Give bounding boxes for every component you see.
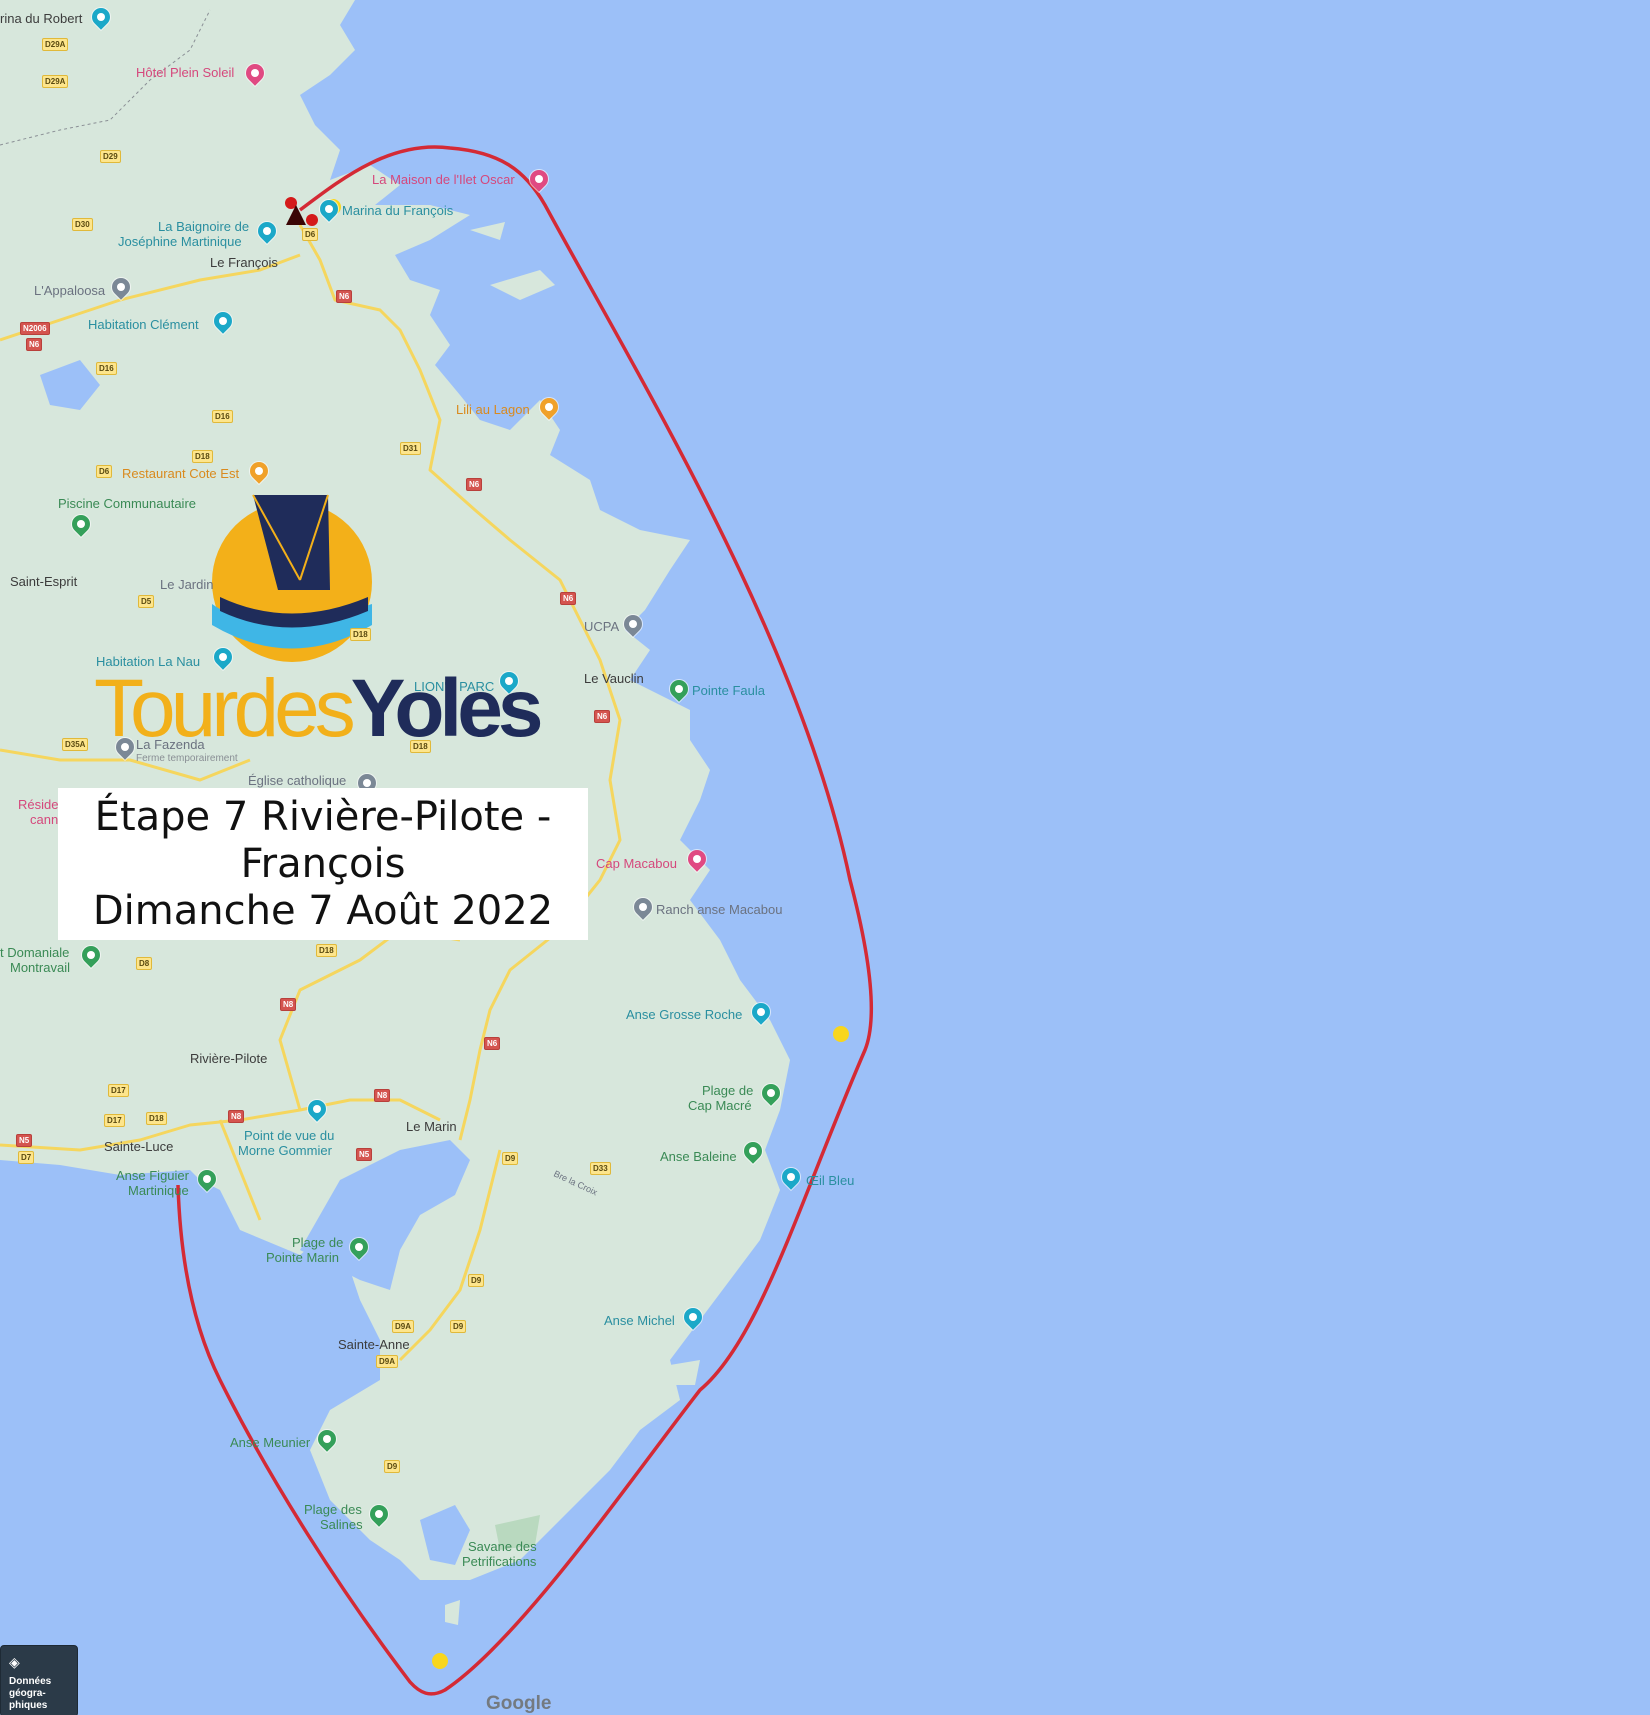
place-label[interactable]: Plage de: [702, 1083, 753, 1099]
place-label[interactable]: Restaurant Cote Est: [122, 466, 239, 482]
place-label[interactable]: Réside: [18, 797, 58, 813]
place-label[interactable]: Plage des: [304, 1502, 362, 1518]
place-label[interactable]: Pointe Faula: [692, 683, 765, 699]
place-label[interactable]: rina du Robert: [0, 11, 82, 27]
road-shield: N6: [560, 592, 577, 605]
road-shield: D16: [212, 410, 233, 423]
road-shield: D5: [138, 595, 155, 608]
layers-label: Données géogra- phiques: [9, 1676, 52, 1711]
place-label[interactable]: Église catholique: [248, 773, 346, 789]
road-shield: D9A: [376, 1355, 399, 1368]
stage-title-line2: François: [240, 840, 406, 887]
buoy-marker: [432, 1653, 448, 1669]
place-label[interactable]: Piscine Communautaire: [58, 496, 196, 512]
layers-icon: ◈: [9, 1654, 20, 1670]
road-shield: D7: [18, 1151, 35, 1164]
road-shield: D18: [350, 628, 371, 641]
road-shield: D29A: [42, 75, 69, 88]
road-shield: N6: [26, 338, 43, 351]
road-shield: D29: [100, 150, 121, 163]
place-label[interactable]: t Domaniale: [0, 945, 69, 961]
place-label[interactable]: cann: [30, 812, 58, 828]
road-shield: N6: [484, 1037, 501, 1050]
place-label[interactable]: Morne Gommier: [238, 1143, 332, 1159]
place-label[interactable]: Savane des: [468, 1539, 537, 1555]
road-shield: N6: [336, 290, 353, 303]
place-label[interactable]: Plage de: [292, 1235, 343, 1251]
road-shield: N5: [16, 1134, 33, 1147]
logo-part2: Yoles: [350, 663, 544, 754]
place-label[interactable]: Salines: [320, 1517, 363, 1533]
road-shield: D17: [104, 1114, 125, 1127]
place-label[interactable]: L'Appaloosa: [34, 283, 105, 299]
road-shield: D9: [502, 1152, 519, 1165]
road-shield: D6: [96, 465, 113, 478]
stage-date: Dimanche 7 Août 2022: [92, 887, 554, 934]
road-shield: D9A: [392, 1320, 415, 1333]
place-label[interactable]: Pointe Marin: [266, 1250, 339, 1266]
stage-title-line1: Étape 7 Rivière-Pilote -: [94, 793, 552, 840]
road-shield: D18: [316, 944, 337, 957]
place-label[interactable]: Petrifications: [462, 1554, 536, 1570]
road-shield: D18: [192, 450, 213, 463]
finish-marker: [306, 214, 318, 226]
map-layers-button[interactable]: ◈ Données géogra- phiques: [0, 1645, 78, 1715]
tour-des-yoles-logo: TourdesYoles: [94, 668, 543, 750]
road-shield: D17: [108, 1084, 129, 1097]
road-shield: N8: [228, 1110, 245, 1123]
place-label[interactable]: Le Marin: [406, 1119, 457, 1135]
road-shield: N2006: [20, 322, 50, 335]
road-shield: D18: [146, 1112, 167, 1125]
buoy-marker: [833, 1026, 849, 1042]
place-label[interactable]: Rivière-Pilote: [190, 1051, 267, 1067]
place-label[interactable]: Habitation Clément: [88, 317, 199, 333]
place-label[interactable]: Anse Figuier: [116, 1168, 189, 1184]
place-label[interactable]: Anse Baleine: [660, 1149, 737, 1165]
place-label[interactable]: Œil Bleu: [806, 1173, 854, 1189]
road-shield: D9: [384, 1460, 401, 1473]
place-label[interactable]: Anse Grosse Roche: [626, 1007, 742, 1023]
google-attribution[interactable]: Google: [486, 1693, 551, 1715]
place-label[interactable]: Cap Macré: [688, 1098, 752, 1114]
place-label[interactable]: Sainte-Anne: [338, 1337, 410, 1353]
place-label[interactable]: Le Jardin: [160, 577, 213, 593]
place-label[interactable]: UCPA: [584, 619, 619, 635]
place-label[interactable]: Joséphine Martinique: [118, 234, 242, 250]
road-shield: D9: [450, 1320, 467, 1333]
road-shield: D9: [468, 1274, 485, 1287]
road-shield: N6: [594, 710, 611, 723]
place-label[interactable]: Ranch anse Macabou: [656, 902, 782, 918]
place-label[interactable]: Ferme temporairement: [136, 753, 238, 765]
road-shield: D33: [590, 1162, 611, 1175]
place-label[interactable]: Marina du François: [342, 203, 453, 219]
place-label[interactable]: Sainte-Luce: [104, 1139, 173, 1155]
road-shield: N6: [466, 478, 483, 491]
place-label[interactable]: Point de vue du: [244, 1128, 334, 1144]
place-label[interactable]: Le François: [210, 255, 278, 271]
road-shield: D30: [72, 218, 93, 231]
road-shield: D29A: [42, 38, 69, 51]
road-shield: N8: [280, 998, 297, 1011]
place-label[interactable]: La Baignoire de: [158, 219, 249, 235]
road-shield: D16: [96, 362, 117, 375]
place-label[interactable]: Le Vauclin: [584, 671, 644, 687]
road-shield: N5: [356, 1148, 373, 1161]
road-shield: D6: [302, 228, 319, 241]
logo-part1: Tourdes: [94, 663, 356, 754]
place-label[interactable]: Hôtel Plein Soleil: [136, 65, 234, 81]
place-label[interactable]: Martinique: [128, 1183, 189, 1199]
road-shield: D31: [400, 442, 421, 455]
place-label[interactable]: La Maison de l'Ilet Oscar: [372, 172, 515, 188]
place-label[interactable]: Cap Macabou: [596, 856, 677, 872]
place-label[interactable]: Saint-Esprit: [10, 574, 77, 590]
place-label[interactable]: Anse Michel: [604, 1313, 675, 1329]
place-label[interactable]: Anse Meunier: [230, 1435, 310, 1451]
map-view[interactable]: rina du Robert Hôtel Plein Soleil La Mai…: [0, 0, 1650, 1715]
road-shield: D8: [136, 957, 153, 970]
place-label[interactable]: Montravail: [10, 960, 70, 976]
stage-title-box: Étape 7 Rivière-Pilote - François Dimanc…: [58, 788, 588, 940]
place-label[interactable]: Lili au Lagon: [456, 402, 530, 418]
road-shield: N8: [374, 1089, 391, 1102]
road-shield: D35A: [62, 738, 89, 751]
